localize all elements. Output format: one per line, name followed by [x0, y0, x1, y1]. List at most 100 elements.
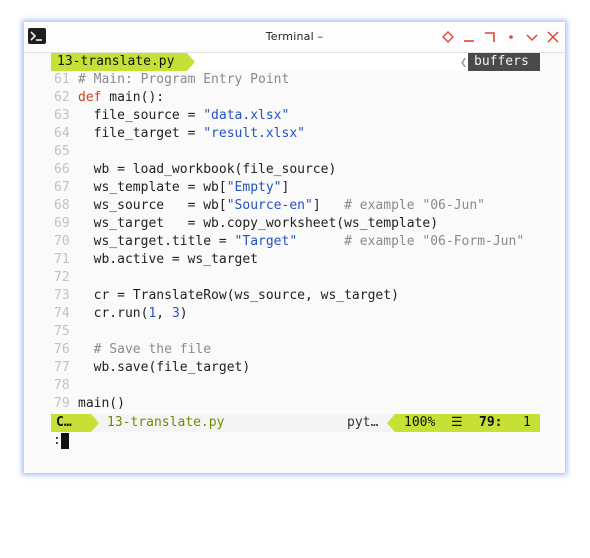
- text-cursor: [61, 433, 69, 449]
- code-line-content: 73 cr = TranslateRow(ws_source, ws_targe…: [54, 287, 399, 305]
- close-icon[interactable]: [547, 31, 559, 43]
- code-line-content: 63 file_source = "data.xlsx": [54, 107, 289, 125]
- code-line-content: 66 wb = load_workbook(file_source): [54, 161, 336, 179]
- line-number: 61: [54, 72, 70, 87]
- dot-icon[interactable]: [505, 31, 517, 43]
- code-text: ws_target.title = "Target" # example "06…: [78, 234, 525, 249]
- line-number: 76: [54, 342, 70, 357]
- code-line[interactable]: 63 file_source = "data.xlsx": [51, 107, 540, 125]
- code-text: wb.active = ws_target: [78, 252, 259, 267]
- code-line[interactable]: 69 ws_target = wb.copy_worksheet(ws_temp…: [51, 215, 540, 233]
- code-line-content: 67 ws_template = wb["Empty"]: [54, 179, 289, 197]
- position-separator: [387, 414, 395, 432]
- status-percent: 100%: [404, 415, 436, 430]
- code-line[interactable]: 64 file_target = "result.xlsx": [51, 125, 540, 143]
- status-filename: 13-translate.py: [107, 415, 225, 430]
- code-text: ws_target = wb.copy_worksheet(ws_templat…: [78, 216, 439, 231]
- tab-line: 13-translate.py ❮ buffers: [51, 53, 540, 71]
- code-line[interactable]: 79 main(): [51, 395, 540, 413]
- tab-active-file[interactable]: 13-translate.py: [51, 53, 187, 71]
- status-filetype: pyt…: [347, 415, 379, 430]
- code-text: main(): [78, 396, 125, 411]
- line-number: 66: [54, 162, 70, 177]
- line-number: 64: [54, 126, 70, 141]
- maximize-icon[interactable]: [484, 31, 496, 43]
- code-text: cr.run(1, 3): [78, 306, 188, 321]
- vim-editor[interactable]: 13-translate.py ❮ buffers 61 # Main: Prog…: [51, 53, 540, 450]
- code-line-content: 62 def main():: [54, 89, 164, 107]
- status-column-number: 1: [523, 415, 531, 430]
- code-text: file_target = "result.xlsx": [78, 126, 305, 141]
- code-line[interactable]: 68 ws_source = wb["Source-en"] # example…: [51, 197, 540, 215]
- code-line[interactable]: 61 # Main: Program Entry Point: [51, 71, 540, 89]
- buffers-separator: ❮: [460, 55, 468, 69]
- buffers-label: buffers: [468, 53, 540, 71]
- code-line-content: 77 wb.save(file_target): [54, 359, 250, 377]
- status-line-number: 79:: [479, 415, 503, 430]
- code-line[interactable]: 66 wb = load_workbook(file_source): [51, 161, 540, 179]
- code-line[interactable]: 62 def main():: [51, 89, 540, 107]
- code-line[interactable]: 72: [51, 269, 540, 287]
- mode-separator: [91, 414, 99, 432]
- line-number: 73: [54, 288, 70, 303]
- line-number: 75: [54, 324, 70, 339]
- code-line-content: 78: [54, 377, 78, 395]
- code-line-content: 72: [54, 269, 78, 287]
- code-line-content: 69 ws_target = wb.copy_worksheet(ws_temp…: [54, 215, 438, 233]
- code-text: wb = load_workbook(file_source): [78, 162, 337, 177]
- tab-separator: [187, 53, 195, 71]
- code-line[interactable]: 71 wb.active = ws_target: [51, 251, 540, 269]
- code-line-content: 68 ws_source = wb["Source-en"] # example…: [54, 197, 485, 215]
- code-text: ws_source = wb["Source-en"] # example "0…: [78, 198, 486, 213]
- line-number: 71: [54, 252, 70, 267]
- line-number: 62: [54, 90, 70, 105]
- code-text: cr = TranslateRow(ws_source, ws_target): [78, 288, 399, 303]
- code-line-content: 71 wb.active = ws_target: [54, 251, 258, 269]
- line-number: 67: [54, 180, 70, 195]
- code-line-content: 79 main(): [54, 395, 125, 413]
- line-number: 74: [54, 306, 70, 321]
- code-text: def main():: [78, 90, 165, 105]
- code-line-content: 61 # Main: Program Entry Point: [54, 71, 289, 89]
- title-bar[interactable]: Terminal –: [24, 22, 565, 53]
- code-line[interactable]: 74 cr.run(1, 3): [51, 305, 540, 323]
- line-number: 63: [54, 108, 70, 123]
- command-prompt: :: [53, 433, 61, 448]
- code-line[interactable]: 75: [51, 323, 540, 341]
- line-number: 69: [54, 216, 70, 231]
- terminal-window: Terminal – 13-translate.py ❮ buffers 61 #…: [24, 22, 565, 473]
- code-line[interactable]: 73 cr = TranslateRow(ws_source, ws_targe…: [51, 287, 540, 305]
- line-number: 77: [54, 360, 70, 375]
- mode-indicator: C…: [51, 414, 91, 432]
- code-text: ws_template = wb["Empty"]: [78, 180, 290, 195]
- code-line-content: 64 file_target = "result.xlsx": [54, 125, 305, 143]
- code-line-content: 75: [54, 323, 78, 341]
- diamond-icon[interactable]: [442, 31, 454, 43]
- code-text: # Main: Program Entry Point: [78, 72, 290, 87]
- code-line-content: 74 cr.run(1, 3): [54, 305, 188, 323]
- code-line-content: 70 ws_target.title = "Target" # example …: [54, 233, 524, 251]
- code-line[interactable]: 77 wb.save(file_target): [51, 359, 540, 377]
- code-line[interactable]: 67 ws_template = wb["Empty"]: [51, 179, 540, 197]
- line-number: 72: [54, 270, 70, 285]
- status-position: 100% ☰ 79: 1: [395, 414, 540, 432]
- code-text: file_source = "data.xlsx": [78, 108, 290, 123]
- menu-icon: ☰: [451, 415, 463, 430]
- line-number: 70: [54, 234, 70, 249]
- code-line-content: 65: [54, 143, 78, 161]
- code-line[interactable]: 70 ws_target.title = "Target" # example …: [51, 233, 540, 251]
- code-line[interactable]: 78: [51, 377, 540, 395]
- code-line[interactable]: 65: [51, 143, 540, 161]
- line-number: 65: [54, 144, 70, 159]
- status-line: C… 13-translate.py pyt… 100% ☰ 79: 1: [51, 414, 540, 432]
- command-line[interactable]: :: [51, 432, 540, 450]
- line-number: 79: [54, 396, 70, 411]
- code-line[interactable]: 76 # Save the file: [51, 341, 540, 359]
- shade-icon[interactable]: [526, 31, 538, 43]
- line-number: 68: [54, 198, 70, 213]
- code-text: wb.save(file_target): [78, 360, 251, 375]
- code-line-content: 76 # Save the file: [54, 341, 211, 359]
- line-number: 78: [54, 378, 70, 393]
- minimize-icon[interactable]: [463, 31, 475, 43]
- code-text: # Save the file: [93, 342, 212, 357]
